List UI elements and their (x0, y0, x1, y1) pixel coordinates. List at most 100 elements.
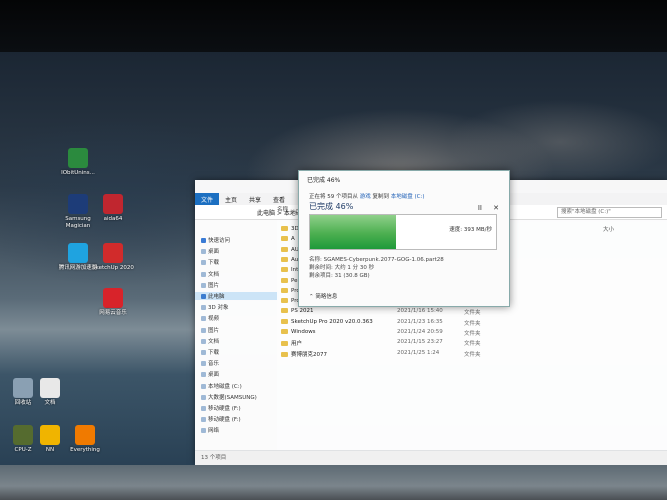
samsung-magician-icon (68, 194, 88, 214)
folder-icon (281, 308, 288, 314)
folder-icon (281, 341, 288, 347)
folder-icon (201, 316, 206, 322)
folder-icon (281, 298, 288, 304)
tab-file[interactable]: 文件 (195, 193, 220, 205)
file-row[interactable]: 赛博朋克2077 2021/1/25 1:24 文件夹 (281, 350, 601, 358)
folder-icon (201, 361, 206, 367)
source-link[interactable]: 游戏 (360, 194, 371, 200)
progress-fill (310, 215, 396, 249)
nav-item[interactable]: 视频 (201, 314, 219, 322)
nav-item[interactable]: 文档 (201, 270, 219, 278)
folder-icon (281, 318, 288, 324)
folder-icon (201, 394, 206, 400)
folder-icon (201, 350, 206, 355)
iobit-uninstaller-icon (68, 148, 88, 168)
desktop-icon[interactable]: Everything (62, 425, 108, 454)
folder-icon (201, 428, 206, 434)
folder-icon (201, 260, 206, 266)
nav-item[interactable]: 桌面 (201, 247, 219, 255)
cancel-copy-button[interactable]: ✕ (493, 204, 499, 212)
nav-item[interactable]: 网络 (201, 426, 219, 434)
file-row[interactable]: PS 2021 2021/1/16 15:40 文件夹 (281, 308, 601, 316)
nav-item[interactable]: 下载 (201, 258, 219, 266)
pause-button[interactable]: II (478, 204, 482, 212)
nav-item[interactable]: 本地磁盘 (C:) (201, 382, 242, 390)
file-row[interactable]: SketchUp Pro 2020 v20.0.363 2021/1/23 16:… (281, 318, 601, 327)
sketchup-icon (103, 243, 123, 263)
aida64-icon (103, 194, 123, 214)
desktop-icon[interactable]: aida64 (90, 194, 136, 223)
less-details-button[interactable]: ⌃ 简略信息 (309, 292, 337, 300)
nav-item[interactable]: 图片 (201, 281, 219, 289)
desktop-icon-label: SketchUp 2020 (92, 265, 134, 271)
copy-summary: 正在将 59 个项目从 游戏 复制到 本地磁盘 (C:) (309, 194, 425, 200)
folder-icon (201, 406, 206, 411)
desktop-icon-label: IObitUnins... (61, 170, 95, 176)
folder-icon (281, 226, 288, 231)
folder-icon (281, 256, 288, 262)
transfer-speed-graph: 速度: 393 MB/秒 (309, 214, 497, 250)
nav-item[interactable]: 快速访问 (201, 236, 230, 244)
nav-item[interactable]: 桌面 (201, 370, 219, 378)
desktop-icon[interactable]: SketchUp 2020 (90, 243, 136, 272)
folder-icon (201, 417, 206, 423)
desktop-icon-label: 文档 (44, 400, 56, 406)
folder-icon (281, 267, 288, 273)
folder-icon (201, 249, 206, 255)
nav-item[interactable]: 3D 对象 (201, 303, 228, 311)
folder-icon (201, 372, 206, 378)
nav-item[interactable]: 此电脑 (195, 292, 279, 300)
search-input[interactable]: 搜索"本地磁盘 (C:)" (557, 207, 662, 218)
folder-icon (201, 238, 206, 243)
nn-icon (40, 425, 60, 445)
nav-item[interactable]: 下载 (201, 348, 219, 356)
destination-link[interactable]: 本地磁盘 (C:) (391, 194, 425, 200)
desktop-icon[interactable]: IObitUnins... (55, 148, 101, 177)
folder-icon (201, 383, 206, 389)
nav-item[interactable]: 移动硬盘 (F:) (201, 404, 241, 412)
column-header-size[interactable]: 大小 (603, 225, 614, 233)
folder-icon (201, 327, 206, 333)
file-row[interactable]: 用户 2021/1/15 23:27 文件夹 (281, 339, 601, 347)
folder-icon (281, 236, 288, 242)
monitor-bezel (0, 0, 667, 52)
nav-item[interactable]: 图片 (201, 326, 219, 334)
items-remaining: 剩余项目: 31 (30.8 GB) (309, 273, 370, 279)
status-bar: 13 个项目 (195, 451, 667, 465)
folder-icon (201, 282, 206, 288)
desktop-icon[interactable]: 网易云音乐 (90, 288, 136, 317)
folder-icon (201, 338, 206, 344)
nav-item[interactable]: 移动硬盘 (F:) (201, 415, 241, 423)
chevron-up-icon: ⌃ (309, 294, 314, 300)
desktop-icon-label: aida64 (103, 216, 123, 222)
tab-view[interactable]: 查看 (267, 193, 291, 205)
nav-item[interactable]: 音乐 (201, 359, 219, 367)
tab-share[interactable]: 共享 (243, 193, 267, 205)
navigation-pane: 快速访问 桌面 下载 文档 图片 此电脑 3D 对象 视频 图片 文档 下载 音乐 桌面 本地磁盘 (C:… (195, 220, 279, 450)
desktop-icon-label: 网易云音乐 (99, 310, 127, 316)
folder-icon (281, 329, 288, 334)
file-row[interactable]: Windows 2021/1/24 20:59 文件夹 (281, 329, 601, 337)
desktop-icon-label: Everything (70, 447, 100, 453)
folder-icon (281, 287, 288, 293)
game-accelerator-icon (68, 243, 88, 263)
time-remaining: 剩余时间: 大约 1 分 30 秒 (309, 265, 375, 271)
speed-label: 速度: 393 MB/秒 (449, 227, 492, 233)
dialog-title: 已完成 46% (307, 177, 341, 184)
sea-foreground (0, 465, 667, 500)
folder-icon (281, 277, 288, 283)
copy-progress-dialog: 已完成 46% 正在将 59 个项目从 游戏 复制到 本地磁盘 (C:) 已完成… (298, 170, 510, 307)
folder-icon (281, 246, 288, 252)
everything-icon (75, 425, 95, 445)
netease-music-icon (103, 288, 123, 308)
desktop-icon[interactable]: 文档 (27, 378, 73, 407)
column-header-name[interactable]: 名称 (277, 205, 288, 213)
folder-icon (201, 305, 206, 311)
folder-icon (201, 294, 206, 299)
nav-item[interactable]: 文档 (201, 337, 219, 345)
nav-item[interactable]: 大数据(SAMSUNG) (201, 393, 257, 401)
file-name: 名称: SGAMES-Cyberpunk.2077-GOG-1.06.part2… (309, 257, 444, 263)
folder-icon (201, 271, 206, 277)
tab-home[interactable]: 主页 (219, 193, 243, 205)
folder-icon (281, 351, 288, 357)
